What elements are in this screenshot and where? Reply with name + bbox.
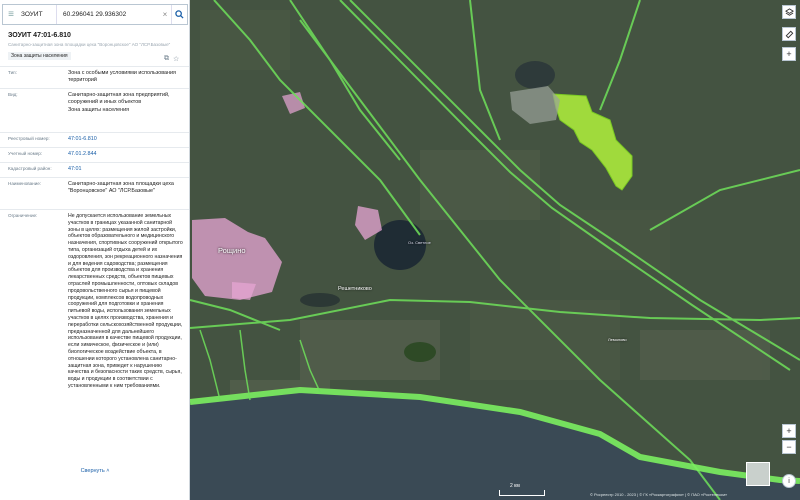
menu-icon[interactable]: ≡ bbox=[3, 5, 19, 24]
attr-row-type: Тип: Зона с особыми условиями использова… bbox=[0, 66, 189, 88]
collapse-label: Свернуть bbox=[80, 468, 105, 474]
info-panel: ≡ ЗОУИТ 60.296041 29.936302 × ЗОУИТ 47:0… bbox=[0, 0, 190, 500]
zoom-out-button[interactable]: − bbox=[782, 440, 796, 454]
card-subtitle: Санитарно-защитная зона площадки цеха "В… bbox=[8, 42, 171, 47]
attr-value: Не допускается использование земельных у… bbox=[68, 213, 183, 389]
attr-key: Учетный номер: bbox=[8, 151, 43, 156]
attr-key: Ограничение: bbox=[8, 213, 38, 218]
attr-key: Реестровый номер: bbox=[8, 136, 50, 141]
measure-button[interactable] bbox=[782, 27, 796, 41]
copy-icon[interactable]: ⧉ bbox=[164, 55, 169, 63]
attr-key: Тип: bbox=[8, 70, 17, 75]
zone-badge: Зона защиты населения bbox=[8, 52, 71, 60]
map-attribution: © Росреестр 2010 - 2023 | © ГК «Роскарто… bbox=[590, 492, 728, 497]
search-bar: ≡ ЗОУИТ 60.296041 29.936302 × bbox=[2, 4, 188, 25]
attr-key: Вид: bbox=[8, 92, 18, 97]
search-icon bbox=[175, 10, 184, 19]
attr-value-line: Зона защиты населения bbox=[68, 107, 130, 114]
place-label-lake: Оз. Светлое bbox=[408, 240, 431, 245]
attr-value: Санитарно-защитная зона площадки цеха "В… bbox=[68, 181, 174, 194]
attr-value-line: Санитарно-защитная зона предприятий, соо… bbox=[68, 92, 170, 105]
district-link[interactable]: 47:01 bbox=[62, 163, 189, 177]
attr-value: Зона с особыми условиями использования т… bbox=[68, 70, 176, 83]
info-button[interactable]: i bbox=[782, 474, 796, 488]
card-title: ЗОУИТ 47:01-6.810 bbox=[8, 32, 71, 39]
attr-key: Наименование: bbox=[8, 181, 42, 186]
scale-bar bbox=[499, 490, 545, 496]
place-label-roshchino: Рощино bbox=[218, 246, 246, 255]
attr-row-restriction: Ограничение: Не допускается использовани… bbox=[0, 209, 189, 469]
place-label-reshetnikovo: Решетниково bbox=[338, 286, 372, 292]
zoom-in-button[interactable]: + bbox=[782, 424, 796, 438]
star-icon[interactable]: ☆ bbox=[173, 55, 179, 63]
collapse-button[interactable]: Свернуть ˄ bbox=[0, 468, 189, 474]
basemap-switcher[interactable] bbox=[746, 462, 770, 486]
attr-row-registry: Реестровый номер: 47:01-6.810 bbox=[0, 132, 189, 147]
layers-button[interactable] bbox=[782, 5, 796, 19]
attr-row-name: Наименование: Санитарно-защитная зона пл… bbox=[0, 177, 189, 209]
add-button[interactable]: + bbox=[782, 47, 796, 61]
place-label-lemmiki: Лемолово bbox=[608, 337, 627, 342]
attr-row-account: Учетный номер: 47.01.2.844 bbox=[0, 147, 189, 162]
registry-number-link[interactable]: 47:01-6.810 bbox=[62, 133, 189, 147]
info-icon: i bbox=[788, 477, 790, 485]
search-button[interactable] bbox=[171, 5, 187, 24]
layers-icon bbox=[784, 7, 794, 16]
attr-row-district: Кадастровый район: 47:01 bbox=[0, 162, 189, 177]
attr-row-kind: Вид: Санитарно-защитная зона предприятий… bbox=[0, 88, 189, 132]
attr-key: Кадастровый район: bbox=[8, 166, 52, 171]
clear-icon[interactable]: × bbox=[159, 10, 171, 19]
ruler-icon bbox=[785, 30, 793, 38]
search-input[interactable]: 60.296041 29.936302 bbox=[57, 5, 159, 24]
account-number-link[interactable]: 47.01.2.844 bbox=[62, 148, 189, 162]
attr-value: Санитарно-защитная зона предприятий, соо… bbox=[62, 89, 189, 132]
chevron-up-icon: ˄ bbox=[106, 468, 110, 474]
scale-label: 2 км bbox=[510, 483, 520, 489]
object-card: ЗОУИТ 47:01-6.810 Санитарно-защитная зон… bbox=[0, 28, 189, 500]
layer-selector[interactable]: ЗОУИТ bbox=[19, 5, 57, 24]
